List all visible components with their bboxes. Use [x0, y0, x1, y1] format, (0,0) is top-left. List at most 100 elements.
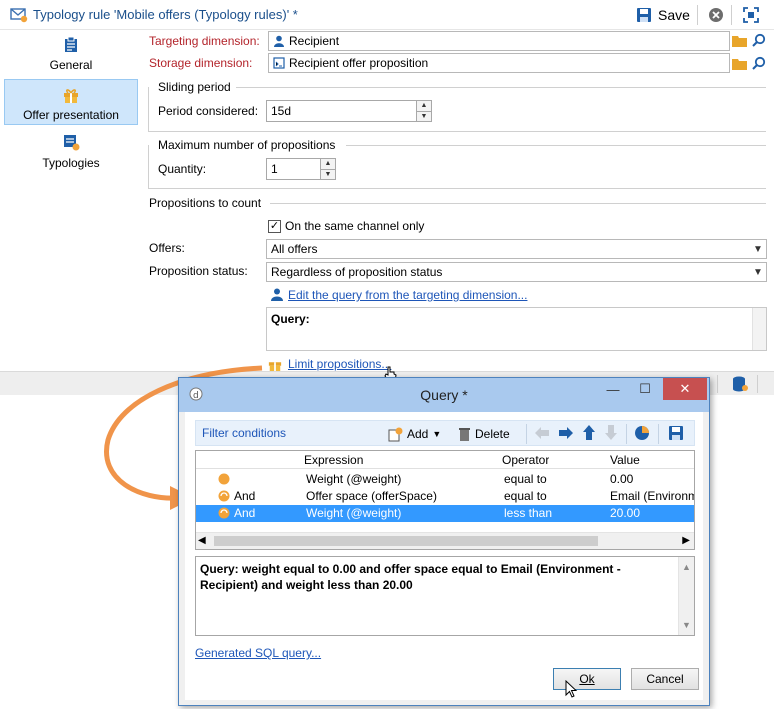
add-icon [388, 427, 403, 441]
chevron-down-icon[interactable]: ▼ [750, 263, 766, 281]
scroll-up-icon[interactable]: ▲ [682, 559, 691, 575]
condition-operator: less than [504, 506, 553, 520]
typologies-icon [64, 135, 80, 151]
condition-operator: equal to [504, 472, 547, 486]
scroll-left-icon[interactable]: ◀ [198, 535, 206, 546]
database-icon[interactable] [732, 376, 748, 392]
nav-item-offer-presentation[interactable]: Offer presentation [4, 79, 138, 125]
group-border [148, 188, 766, 189]
spin-down-icon[interactable]: ▼ [321, 169, 335, 179]
mouse-pointer-icon [565, 680, 578, 698]
dialog-body: Filter conditions Add ▼ Delete Expressio… [185, 412, 703, 700]
group-border [148, 131, 766, 132]
nav-item-general[interactable]: General [4, 36, 138, 77]
filter-toolbar: Filter conditions Add ▼ Delete [195, 420, 695, 446]
arrow-left-icon[interactable] [534, 426, 550, 440]
gift-icon [64, 89, 78, 103]
vertical-scrollbar[interactable]: ▲ ▼ [678, 557, 694, 635]
close-rule-icon[interactable] [708, 7, 724, 23]
content-panel: Targeting dimension: Recipient Storage d… [142, 31, 774, 371]
nav-label-general: General [49, 58, 93, 72]
period-considered-label: Period considered: [158, 104, 259, 118]
folder-icon[interactable] [732, 34, 747, 47]
quantity-value: 1 [271, 162, 278, 176]
add-button[interactable]: Add ▼ [388, 424, 441, 444]
cancel-button[interactable]: Cancel [631, 668, 699, 690]
condition-expression: Weight (@weight) [306, 472, 402, 486]
window-title: Typology rule 'Mobile offers (Typology r… [33, 7, 298, 22]
condition-icon [218, 473, 230, 485]
group-border [148, 145, 149, 188]
nav-label-offer-presentation: Offer presentation [23, 108, 119, 122]
spinner-arrows[interactable]: ▲ ▼ [416, 101, 431, 121]
spinner-arrows[interactable]: ▲ ▼ [320, 159, 335, 179]
folder-icon[interactable] [732, 57, 747, 70]
delete-button[interactable]: Delete [458, 424, 510, 444]
chevron-down-icon[interactable]: ▼ [750, 240, 766, 258]
toolbar-divider [731, 5, 732, 25]
edit-query-link[interactable]: Edit the query from the targeting dimens… [288, 288, 527, 302]
limit-propositions-link[interactable]: Limit propositions... [288, 357, 391, 371]
gift-icon [268, 362, 282, 371]
and-condition-icon [218, 507, 230, 519]
generated-sql-link[interactable]: Generated SQL query... [195, 646, 321, 660]
window-titlebar: Typology rule 'Mobile offers (Typology r… [0, 0, 774, 30]
group-divider [270, 203, 766, 204]
spin-up-icon[interactable]: ▲ [417, 101, 431, 112]
save-filter-icon[interactable] [668, 425, 684, 441]
condition-row[interactable]: Weight (@weight) equal to 0.00 [196, 471, 694, 488]
nav-item-typologies[interactable]: Typologies [4, 133, 138, 173]
condition-expression: Offer space (offerSpace) [306, 489, 437, 503]
spin-up-icon[interactable]: ▲ [321, 159, 335, 170]
proposition-status-select[interactable]: Regardless of proposition status ▼ [266, 262, 767, 282]
grid-header: Expression Operator Value [196, 451, 694, 469]
scrollbar[interactable] [752, 308, 766, 350]
save-button[interactable]: Save [636, 5, 690, 25]
arrow-down-icon[interactable] [604, 424, 618, 441]
arrow-right-icon[interactable] [558, 426, 574, 440]
column-header-value[interactable]: Value [610, 453, 640, 467]
scroll-thumb[interactable] [214, 536, 598, 546]
condition-value: 20.00 [610, 506, 641, 520]
condition-row-selected[interactable]: And Weight (@weight) less than 20.00 [196, 505, 694, 522]
status-divider [757, 375, 758, 393]
search-icon[interactable] [752, 33, 766, 47]
recipient-icon [274, 35, 284, 47]
chevron-down-icon[interactable]: ▼ [432, 429, 441, 439]
left-navigation: General Offer presentation Typologies [0, 31, 142, 371]
dialog-title: Query * [420, 387, 468, 403]
column-header-operator[interactable]: Operator [502, 453, 549, 467]
offers-select[interactable]: All offers ▼ [266, 239, 767, 259]
proposition-status-label: Proposition status: [149, 264, 248, 278]
targeting-dimension-field[interactable]: Recipient [268, 31, 730, 51]
toolbar-divider [626, 424, 627, 444]
minimize-button[interactable]: — [599, 378, 627, 400]
ok-button[interactable]: Ok [553, 668, 621, 690]
query-summary-box: Query: [266, 307, 767, 351]
horizontal-scrollbar[interactable]: ◀ ▶ [196, 532, 694, 549]
search-icon[interactable] [752, 56, 766, 70]
period-considered-spinner[interactable]: 15d ▲ ▼ [266, 100, 432, 122]
and-condition-icon [218, 490, 230, 502]
targeting-dimension-label: Targeting dimension: [149, 34, 260, 48]
delete-label: Delete [475, 427, 510, 441]
column-header-expression[interactable]: Expression [304, 453, 363, 467]
checkbox-box[interactable]: ✓ [268, 219, 281, 233]
query-summary-label: Query: [271, 312, 310, 326]
scroll-right-icon[interactable]: ▶ [682, 535, 690, 546]
same-channel-checkbox[interactable]: ✓ On the same channel only [268, 219, 424, 233]
arrow-up-icon[interactable] [582, 424, 596, 441]
maximize-button[interactable]: ☐ [631, 378, 659, 400]
toolbar-divider [526, 424, 527, 444]
scroll-down-icon[interactable]: ▼ [682, 617, 691, 633]
distribution-chart-icon[interactable] [634, 425, 650, 441]
trash-icon [459, 428, 470, 441]
condition-row[interactable]: And Offer space (offerSpace) equal to Em… [196, 488, 694, 505]
condition-value: Email (Environm [610, 489, 694, 503]
maximize-icon[interactable] [742, 6, 760, 24]
spin-down-icon[interactable]: ▼ [417, 111, 431, 121]
storage-dimension-field[interactable]: Recipient offer proposition [268, 53, 730, 73]
dialog-close-button[interactable]: ✕ [663, 378, 707, 400]
save-label: Save [658, 7, 690, 23]
quantity-spinner[interactable]: 1 ▲ ▼ [266, 158, 336, 180]
